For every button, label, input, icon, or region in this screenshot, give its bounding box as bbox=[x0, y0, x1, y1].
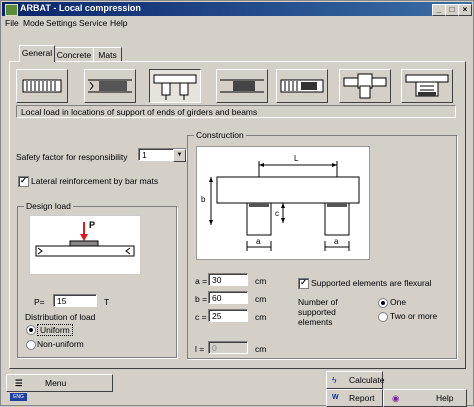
a-label: a = bbox=[195, 276, 208, 286]
support-type-2-icon bbox=[88, 79, 132, 93]
dim-b: b bbox=[201, 195, 206, 204]
design-load-diagram: P bbox=[29, 215, 141, 275]
dim-a2: a bbox=[334, 237, 339, 246]
description-field: Local load in locations of support of en… bbox=[16, 105, 456, 118]
c-unit: cm bbox=[255, 312, 267, 322]
dim-a1: a bbox=[256, 237, 261, 246]
support-type-7-icon bbox=[405, 74, 449, 97]
lateral-reinforcement-label: Lateral reinforcement by bar mats bbox=[31, 176, 159, 186]
report-label: Report bbox=[349, 393, 375, 403]
non-uniform-radio[interactable] bbox=[26, 340, 36, 350]
b-input[interactable]: 60 bbox=[208, 291, 248, 304]
l-unit: cm bbox=[255, 344, 267, 354]
l-input[interactable]: 0 bbox=[208, 341, 248, 354]
safety-factor-select[interactable]: 1 ▼ bbox=[138, 148, 187, 162]
tab-mats[interactable]: Mats bbox=[93, 47, 122, 62]
number-supported-label: Number of supported elements bbox=[298, 297, 338, 327]
menu-button[interactable]: ☰ Menu bbox=[6, 374, 113, 392]
minimize-button[interactable]: _ bbox=[432, 4, 446, 16]
menu-bar: File Mode Settings Service Help bbox=[2, 17, 472, 30]
safety-factor-value: 1 bbox=[142, 150, 147, 160]
c-input[interactable]: 25 bbox=[208, 309, 248, 322]
calculate-label: Calculate bbox=[349, 375, 385, 385]
app-icon bbox=[5, 4, 18, 16]
menu-service[interactable]: Service bbox=[79, 18, 107, 28]
dim-c: c bbox=[275, 209, 279, 218]
maximize-button[interactable]: □ bbox=[445, 4, 459, 16]
support-type-4-icon bbox=[220, 79, 264, 93]
report-button[interactable]: W Report bbox=[326, 389, 383, 407]
menu-settings[interactable]: Settings bbox=[46, 18, 77, 28]
tab-general[interactable]: General bbox=[19, 45, 55, 62]
support-type-2-button[interactable] bbox=[84, 69, 136, 103]
calculate-button[interactable]: ϟ Calculate bbox=[326, 371, 385, 389]
menu-button-label: Menu bbox=[45, 378, 67, 388]
help-label: Help bbox=[436, 393, 454, 403]
menu-mode[interactable]: Mode bbox=[23, 18, 44, 28]
c-label: c = bbox=[195, 312, 207, 322]
support-type-1-icon bbox=[22, 79, 62, 93]
uniform-radio[interactable] bbox=[26, 325, 36, 335]
distribution-label: Distribution of load bbox=[25, 312, 96, 322]
support-type-5-icon bbox=[280, 79, 324, 93]
b-label: b = bbox=[195, 294, 208, 304]
support-type-5-button[interactable] bbox=[276, 69, 328, 103]
lightning-icon: ϟ bbox=[332, 375, 337, 385]
title-bar: ARBAT - Local compression _ □ × bbox=[2, 2, 472, 16]
safety-factor-label: Safety factor for responsibility bbox=[16, 152, 128, 162]
two-or-more-label: Two or more bbox=[390, 311, 438, 321]
uniform-label: Uniform bbox=[37, 324, 73, 336]
lateral-reinforcement-checkbox[interactable]: ✓ bbox=[18, 176, 29, 187]
construction-diagram-icon: L b c a a bbox=[201, 154, 360, 251]
p-label: P= bbox=[34, 297, 45, 307]
dim-l: L bbox=[294, 154, 299, 163]
construction-diagram: L b c a a bbox=[196, 146, 370, 260]
tab-concrete[interactable]: Concrete bbox=[54, 47, 94, 62]
help-icon: ◉ bbox=[392, 393, 400, 403]
flexural-checkbox[interactable]: ✓ bbox=[298, 278, 309, 289]
b-unit: cm bbox=[255, 294, 267, 304]
p-unit: T bbox=[104, 297, 110, 307]
app-window: ARBAT - Local compression _ □ × File Mod… bbox=[0, 0, 474, 407]
support-type-6-button[interactable] bbox=[339, 69, 391, 103]
non-uniform-label: Non-uniform bbox=[37, 339, 84, 349]
support-type-3-button[interactable] bbox=[149, 69, 201, 103]
chevron-down-icon: ▼ bbox=[173, 149, 186, 162]
support-type-6-icon bbox=[343, 73, 387, 99]
l-label: l = bbox=[195, 344, 205, 354]
close-button[interactable]: × bbox=[458, 4, 472, 16]
p-input[interactable]: 15 bbox=[53, 294, 97, 307]
help-button[interactable]: ◉ Help bbox=[383, 389, 467, 407]
support-type-3-icon bbox=[153, 74, 197, 100]
support-type-1-button[interactable] bbox=[16, 69, 68, 103]
menu-file[interactable]: File bbox=[5, 18, 19, 28]
support-type-4-button[interactable] bbox=[216, 69, 268, 103]
construction-title: Construction bbox=[194, 130, 246, 140]
design-load-title: Design load bbox=[24, 201, 73, 211]
two-or-more-radio[interactable] bbox=[378, 312, 388, 322]
support-type-7-button[interactable] bbox=[401, 69, 453, 103]
menu-icon: ☰ bbox=[15, 378, 23, 388]
load-p-marker: P bbox=[89, 220, 95, 230]
load-diagram-icon: P bbox=[35, 220, 135, 257]
language-badge[interactable]: ENG bbox=[10, 393, 27, 401]
one-label: One bbox=[390, 297, 407, 307]
one-radio[interactable] bbox=[378, 298, 388, 308]
menu-help[interactable]: Help bbox=[110, 18, 127, 28]
report-icon: W bbox=[332, 394, 339, 401]
a-input[interactable]: 30 bbox=[208, 273, 248, 286]
a-unit: cm bbox=[255, 276, 267, 286]
window-title: ARBAT - Local compression bbox=[20, 3, 141, 13]
flexural-label: Supported elements are flexural bbox=[311, 278, 432, 288]
